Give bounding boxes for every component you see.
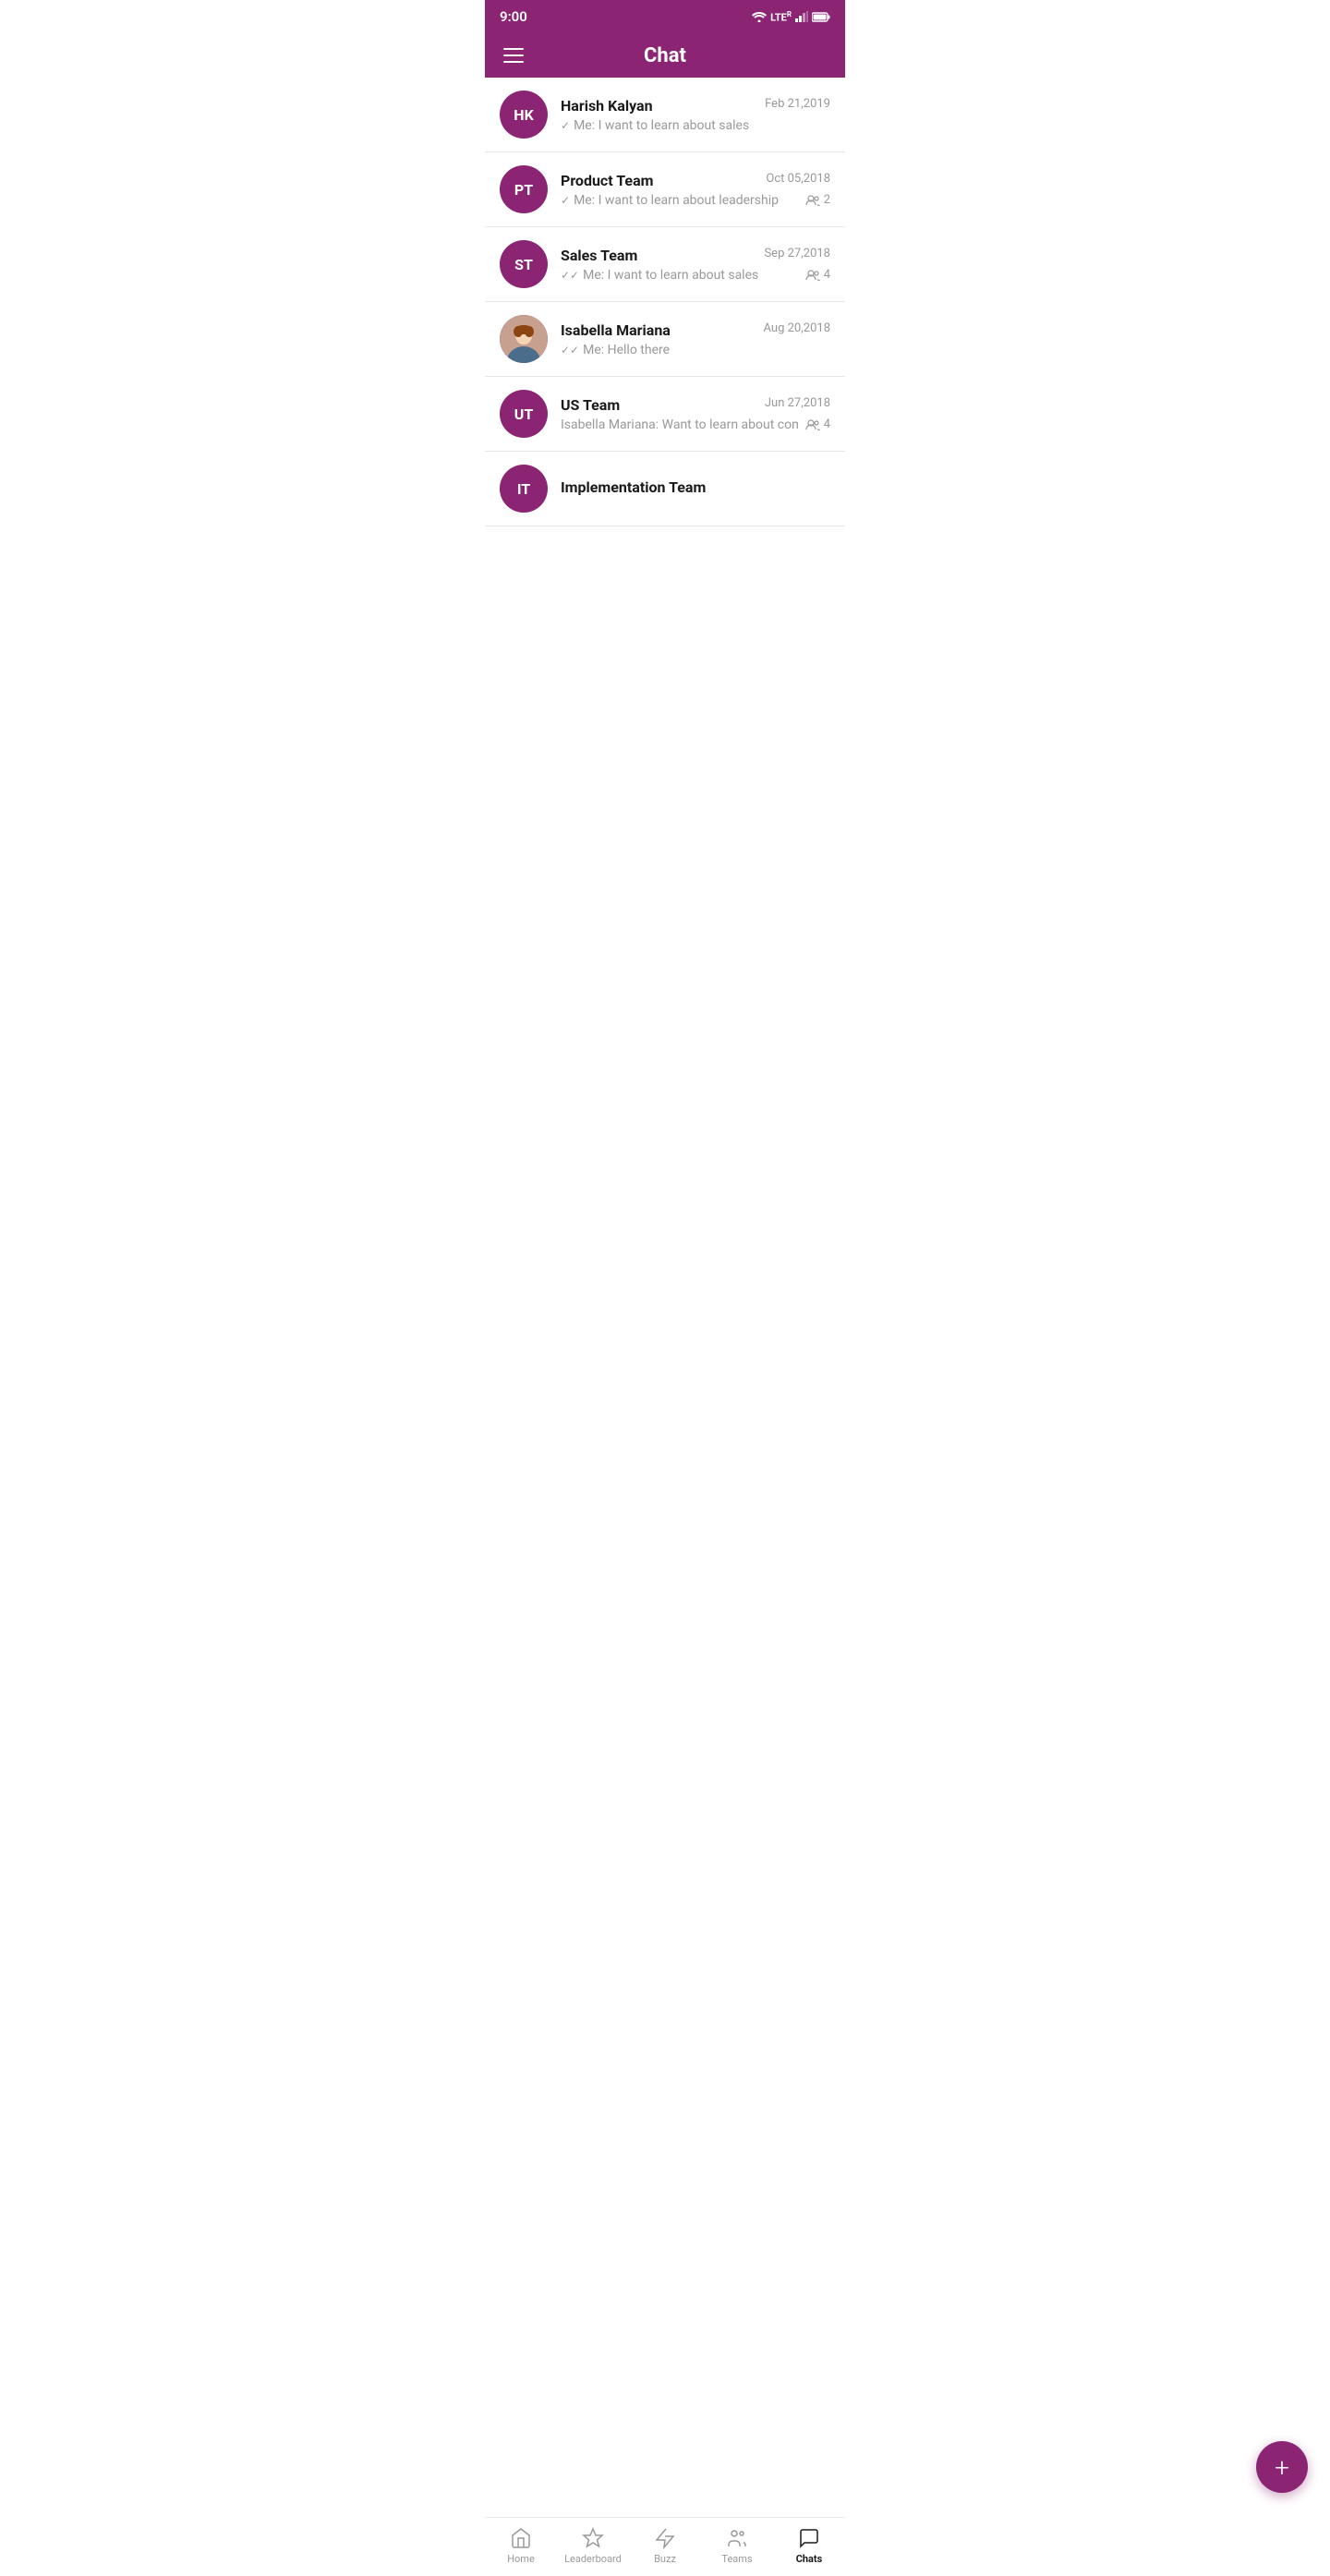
leaderboard-icon [582, 2527, 604, 2549]
avatar [500, 315, 548, 363]
nav-teams-label: Teams [721, 2553, 752, 2565]
member-count: 2 [805, 193, 830, 207]
chat-date: Jun 27,2018 [765, 396, 830, 410]
check-icon: ✓ [561, 194, 570, 207]
nav-home[interactable]: Home [485, 2527, 557, 2565]
check-icon: ✓ [561, 119, 570, 132]
status-icons: LTER [752, 10, 830, 24]
chat-content: Implementation Team [561, 478, 830, 500]
chat-name: Product Team [561, 172, 654, 189]
chat-date: Aug 20,2018 [764, 321, 831, 335]
nav-home-label: Home [507, 2553, 535, 2565]
menu-button[interactable] [500, 44, 527, 67]
nav-buzz-label: Buzz [654, 2553, 676, 2565]
chat-list: HK Harish Kalyan Feb 21,2019 ✓ Me: I want t… [485, 78, 845, 526]
avatar: ST [500, 240, 548, 288]
chat-item[interactable]: Isabella Mariana Aug 20,2018 ✓✓ Me: Hello … [485, 302, 845, 377]
bottom-navigation: Home Leaderboard Buzz Teams Chats [485, 2517, 845, 2576]
chat-preview: Isabella Mariana: Want to learn about co… [561, 417, 798, 432]
chat-item[interactable]: IT Implementation Team [485, 452, 845, 526]
member-count: 4 [805, 268, 830, 282]
chat-content: Sales Team Sep 27,2018 ✓✓ Me: I want to le… [561, 247, 830, 283]
signal-icon [795, 11, 808, 22]
chat-content: Harish Kalyan Feb 21,2019 ✓ Me: I want to … [561, 97, 830, 133]
people-icon [805, 195, 820, 206]
teams-icon [726, 2527, 748, 2549]
plus-icon: + [1275, 2452, 1289, 2483]
app-header: Chat [485, 33, 845, 78]
chat-name: Isabella Mariana [561, 321, 671, 339]
chat-name: US Team [561, 396, 620, 414]
chat-item[interactable]: ST Sales Team Sep 27,2018 ✓✓ Me: I want to … [485, 227, 845, 302]
wifi-icon [752, 11, 767, 22]
page-title: Chat [644, 44, 686, 67]
nav-chats[interactable]: Chats [773, 2527, 845, 2565]
battery-icon [812, 12, 830, 22]
avatar: PT [500, 165, 548, 213]
buzz-icon [654, 2527, 676, 2549]
chat-content: Product Team Oct 05,2018 ✓ Me: I want to l… [561, 172, 830, 208]
chat-name: Sales Team [561, 247, 637, 264]
chat-name: Harish Kalyan [561, 97, 653, 115]
chat-date: Feb 21,2019 [765, 97, 830, 111]
chat-preview: ✓ Me: I want to learn about sales [561, 118, 749, 133]
people-icon [805, 270, 820, 281]
people-icon [805, 419, 820, 430]
chat-date: Sep 27,2018 [764, 247, 830, 260]
chats-icon [798, 2527, 820, 2549]
status-bar: 9:00 LTER [485, 0, 845, 33]
chat-content: US Team Jun 27,2018 Isabella Mariana: Want… [561, 396, 830, 432]
avatar: IT [500, 465, 548, 513]
chat-preview: ✓✓ Me: I want to learn about sales [561, 268, 758, 283]
chat-item[interactable]: HK Harish Kalyan Feb 21,2019 ✓ Me: I want t… [485, 78, 845, 152]
avatar: UT [500, 390, 548, 438]
nav-leaderboard-label: Leaderboard [564, 2553, 622, 2565]
chat-item[interactable]: PT Product Team Oct 05,2018 ✓ Me: I want to… [485, 152, 845, 227]
member-count: 4 [805, 417, 830, 431]
nav-teams[interactable]: Teams [701, 2527, 773, 2565]
chat-date: Oct 05,2018 [766, 172, 830, 186]
chat-preview: ✓✓ Me: Hello there [561, 343, 670, 357]
chat-content: Isabella Mariana Aug 20,2018 ✓✓ Me: Hello … [561, 321, 830, 357]
double-check-icon: ✓✓ [561, 269, 579, 282]
chat-preview: ✓ Me: I want to learn about leadership [561, 193, 779, 208]
status-time: 9:00 [500, 8, 527, 25]
chat-name: Implementation Team [561, 478, 706, 496]
avatar: HK [500, 91, 548, 139]
nav-buzz[interactable]: Buzz [629, 2527, 701, 2565]
nav-leaderboard[interactable]: Leaderboard [557, 2527, 629, 2565]
lte-indicator: LTER [770, 10, 792, 24]
home-icon [510, 2527, 532, 2549]
nav-chats-label: Chats [796, 2553, 823, 2565]
chat-item[interactable]: UT US Team Jun 27,2018 Isabella Mariana: Wa… [485, 377, 845, 452]
new-chat-button[interactable]: + [1256, 2441, 1308, 2493]
double-check-icon: ✓✓ [561, 344, 579, 357]
